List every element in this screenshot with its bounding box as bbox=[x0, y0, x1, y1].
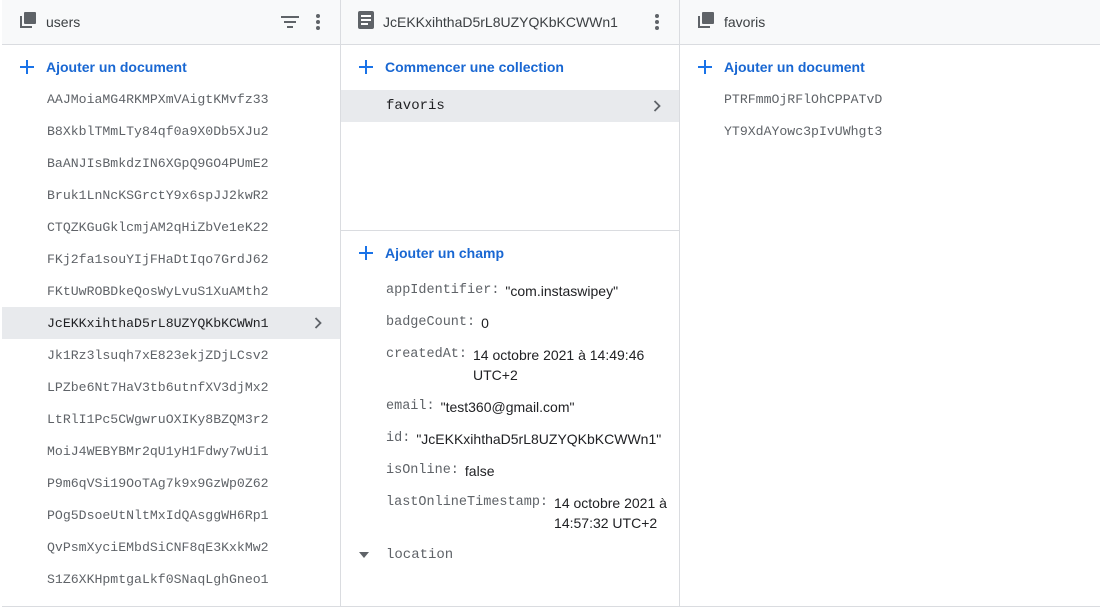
panel-title: favoris bbox=[724, 14, 766, 30]
collection-icon bbox=[697, 11, 715, 34]
document-list: AAJMoiaMG4RKMPXmVAigtKMvfz33 B8XkblTMmLTy… bbox=[2, 83, 340, 595]
document-item[interactable]: MoiJ4WEBYBMr2qU1yH1Fdwy7wUi1 bbox=[2, 435, 340, 467]
panel-title: users bbox=[46, 14, 81, 30]
document-panel: JcEKKxihthaD5rL8UZYQKbKCWWn1 Commencer u… bbox=[341, 0, 680, 606]
field-value: 14 octobre 2021 à 14:57:32 UTC+2 bbox=[554, 495, 667, 531]
field-value: 14 octobre 2021 à 14:49:46 UTC+2 bbox=[473, 347, 645, 383]
document-item[interactable]: LtRlI1Pc5CWgwruOXIKy8BZQM3r2 bbox=[2, 403, 340, 435]
field-value: "com.instaswipey" bbox=[505, 283, 619, 299]
document-id: AAJMoiaMG4RKMPXmVAigtKMvfz33 bbox=[47, 91, 269, 107]
collection-panel-users: users Ajouter un document AAJMoiaMG4RKMP… bbox=[2, 0, 341, 606]
start-collection-button[interactable]: Commencer une collection bbox=[341, 45, 679, 89]
field-key: email: bbox=[386, 399, 435, 414]
document-item[interactable]: YT9XdAYowc3pIvUWhgt3 bbox=[680, 115, 1100, 147]
panel-header: JcEKKxihthaD5rL8UZYQKbKCWWn1 bbox=[341, 0, 679, 45]
document-id: JcEKKxihthaD5rL8UZYQKbKCWWn1 bbox=[47, 315, 269, 331]
document-id: YT9XdAYowc3pIvUWhgt3 bbox=[724, 123, 883, 139]
subcollection-item-favoris[interactable]: favoris bbox=[341, 90, 679, 122]
document-item[interactable]: PTRFmmOjRFlOhCPPATvD bbox=[680, 83, 1100, 115]
filter-icon[interactable] bbox=[278, 10, 302, 34]
document-id: P9m6qVSi19OoTAg7k9x9GzWp0Z62 bbox=[47, 475, 269, 491]
field-value: 0 bbox=[481, 315, 489, 331]
caret-down-icon[interactable] bbox=[357, 552, 371, 558]
document-icon bbox=[358, 10, 374, 34]
chevron-right-icon bbox=[649, 98, 665, 114]
start-collection-label: Commencer une collection bbox=[385, 59, 564, 75]
document-id: Bruk1LnNcKSGrctY9x6spJJ2kwR2 bbox=[47, 187, 269, 203]
document-id: LPZbe6Nt7HaV3tb6utnfXV3djMx2 bbox=[47, 379, 269, 395]
field-key: appIdentifier: bbox=[386, 283, 500, 298]
collection-panel-favoris: favoris Ajouter un document PTRFmmOjRFlO… bbox=[680, 0, 1100, 606]
document-item[interactable]: AAJMoiaMG4RKMPXmVAigtKMvfz33 bbox=[2, 83, 340, 115]
document-id: MoiJ4WEBYBMr2qU1yH1Fdwy7wUi1 bbox=[47, 443, 269, 459]
more-vert-icon[interactable] bbox=[306, 10, 330, 34]
field-row[interactable]: appIdentifier: "com.instaswipey" bbox=[341, 281, 679, 301]
field-row[interactable]: id: "JcEKKxihthaD5rL8UZYQKbKCWWn1" bbox=[341, 429, 679, 449]
document-item[interactable]: FKj2fa1souYIjFHaDtIqo7GrdJ62 bbox=[2, 243, 340, 275]
field-location-key: location bbox=[386, 547, 454, 563]
field-row[interactable]: badgeCount: 0 bbox=[341, 313, 679, 333]
field-row[interactable]: email: "test360@gmail.com" bbox=[341, 397, 679, 417]
document-id: LtRlI1Pc5CWgwruOXIKy8BZQM3r2 bbox=[47, 411, 269, 427]
document-id: PTRFmmOjRFlOhCPPATvD bbox=[724, 91, 883, 107]
field-location[interactable]: location bbox=[341, 545, 679, 565]
add-document-label: Ajouter un document bbox=[46, 59, 187, 75]
add-field-label: Ajouter un champ bbox=[385, 245, 505, 261]
plus-icon bbox=[357, 58, 375, 76]
document-id: QvPsmXyciEMbdSiCNF8qE3KxkMw2 bbox=[47, 539, 269, 555]
document-id: B8XkblTMmLTy84qf0a9X0Db5XJu2 bbox=[47, 123, 269, 139]
document-id: BaANJIsBmkdzIN6XGpQ9GO4PUmE2 bbox=[47, 155, 269, 171]
field-row[interactable]: lastOnlineTimestamp: 14 octobre 2021 à 14… bbox=[341, 493, 679, 533]
document-item[interactable]: BaANJIsBmkdzIN6XGpQ9GO4PUmE2 bbox=[2, 147, 340, 179]
plus-icon bbox=[357, 244, 375, 262]
add-field-button[interactable]: Ajouter un champ bbox=[341, 231, 679, 275]
field-key: id: bbox=[386, 431, 411, 446]
add-document-label: Ajouter un document bbox=[724, 59, 865, 75]
document-id: FKj2fa1souYIjFHaDtIqo7GrdJ62 bbox=[47, 251, 269, 267]
collection-icon bbox=[19, 11, 37, 34]
field-key: lastOnlineTimestamp: bbox=[386, 495, 549, 510]
document-item[interactable]: P9m6qVSi19OoTAg7k9x9GzWp0Z62 bbox=[2, 467, 340, 499]
document-item[interactable]: JcEKKxihthaD5rL8UZYQKbKCWWn1 bbox=[2, 307, 340, 339]
document-id: FKtUwROBDkeQosWyLvuS1XuAMth2 bbox=[47, 283, 269, 299]
field-list: Ajouter un champ appIdentifier: "com.inst… bbox=[341, 231, 679, 565]
document-item[interactable]: Jk1Rz3lsuqh7xE823ekjZDjLCsv2 bbox=[2, 339, 340, 371]
document-item[interactable]: FKtUwROBDkeQosWyLvuS1XuAMth2 bbox=[2, 275, 340, 307]
document-id: S1Z6XKHpmtgaLkf0SNaqLghGneo1 bbox=[47, 571, 269, 587]
field-value: "JcEKKxihthaD5rL8UZYQKbKCWWn1" bbox=[416, 431, 662, 447]
plus-icon bbox=[18, 58, 36, 76]
document-item[interactable]: CTQZKGuGklcmjAM2qHiZbVe1eK22 bbox=[2, 211, 340, 243]
panel-title: JcEKKxihthaD5rL8UZYQKbKCWWn1 bbox=[383, 14, 618, 30]
document-list: PTRFmmOjRFlOhCPPATvD YT9XdAYowc3pIvUWhgt3 bbox=[680, 83, 1100, 147]
field-key: isOnline: bbox=[386, 463, 459, 478]
field-row[interactable]: isOnline: false bbox=[341, 461, 679, 481]
chevron-right-icon bbox=[310, 315, 326, 331]
subcollection-label: favoris bbox=[386, 98, 445, 114]
document-item[interactable]: QvPsmXyciEMbdSiCNF8qE3KxkMw2 bbox=[2, 531, 340, 563]
document-id: CTQZKGuGklcmjAM2qHiZbVe1eK22 bbox=[47, 219, 269, 235]
document-id: POg5DsoeUtNltMxIdQAsggWH6Rp1 bbox=[47, 507, 269, 523]
document-item[interactable]: POg5DsoeUtNltMxIdQAsggWH6Rp1 bbox=[2, 499, 340, 531]
document-id: Jk1Rz3lsuqh7xE823ekjZDjLCsv2 bbox=[47, 347, 269, 363]
more-vert-icon[interactable] bbox=[645, 10, 669, 34]
plus-icon bbox=[696, 58, 714, 76]
field-key: createdAt: bbox=[386, 347, 468, 362]
panel-header: users bbox=[2, 0, 340, 45]
document-item[interactable]: S1Z6XKHpmtgaLkf0SNaqLghGneo1 bbox=[2, 563, 340, 595]
document-item[interactable]: B8XkblTMmLTy84qf0a9X0Db5XJu2 bbox=[2, 115, 340, 147]
document-item[interactable]: Bruk1LnNcKSGrctY9x6spJJ2kwR2 bbox=[2, 179, 340, 211]
firestore-panels: users Ajouter un document AAJMoiaMG4RKMP… bbox=[2, 0, 1100, 607]
field-value: "test360@gmail.com" bbox=[440, 399, 575, 415]
document-item[interactable]: LPZbe6Nt7HaV3tb6utnfXV3djMx2 bbox=[2, 371, 340, 403]
field-row[interactable]: createdAt: 14 octobre 2021 à 14:49:46 UTC… bbox=[341, 345, 679, 385]
field-key: badgeCount: bbox=[386, 315, 476, 330]
field-value: false bbox=[464, 463, 495, 479]
panel-header: favoris bbox=[680, 0, 1100, 45]
